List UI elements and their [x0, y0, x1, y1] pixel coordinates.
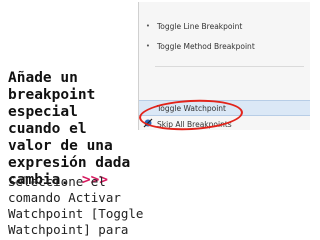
heading-text: Añade un breakpoint especial cuando el v… [8, 70, 131, 188]
menu-item-label: Toggle Line Breakpoint [157, 21, 243, 31]
dot-icon: • [145, 42, 151, 50]
dot-icon: • [145, 22, 151, 30]
slide-heading: Añade un breakpoint especial cuando el v… [8, 70, 138, 189]
menu-item-toggle-method-breakpoint[interactable]: • Toggle Method Breakpoint [139, 38, 310, 54]
slide-body-text: Seleccione el comando Activar Watchpoint… [8, 174, 144, 237]
menu-separator [155, 66, 304, 67]
menu-item-toggle-line-breakpoint[interactable]: • Toggle Line Breakpoint [139, 18, 310, 34]
menu-item-label: Toggle Method Breakpoint [157, 41, 255, 51]
